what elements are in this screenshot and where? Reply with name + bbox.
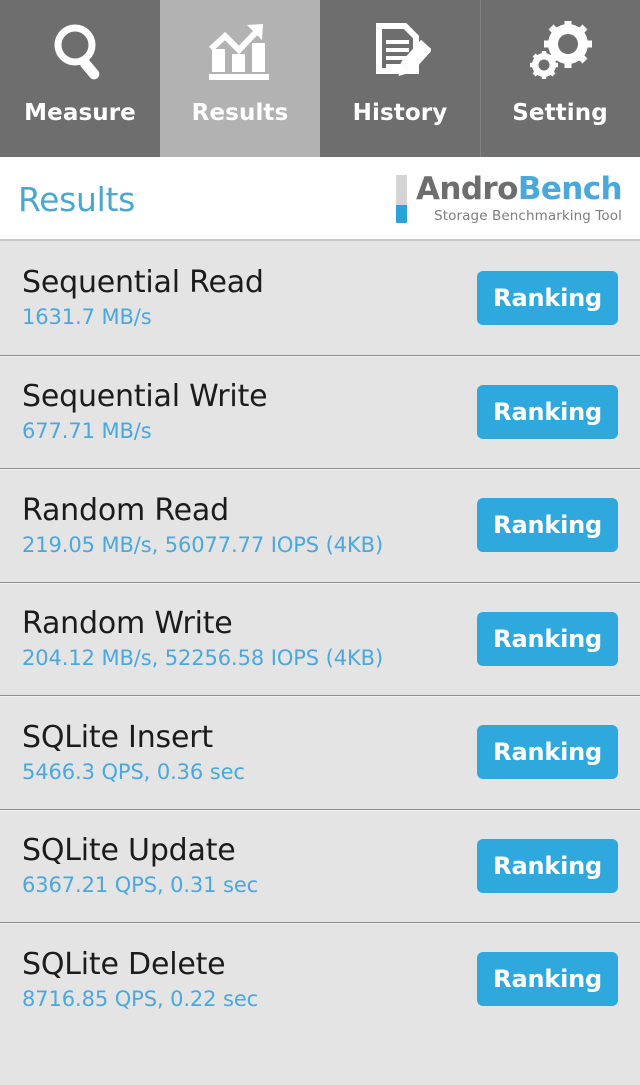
result-row: SQLite Insert 5466.3 QPS, 0.36 sec Ranki…: [0, 695, 640, 809]
document-pencil-icon: [369, 16, 431, 88]
result-info: Random Read 219.05 MB/s, 56077.77 IOPS (…: [22, 494, 383, 557]
gears-icon: [527, 16, 593, 88]
result-value: 204.12 MB/s, 52256.58 IOPS (4KB): [22, 646, 384, 670]
ranking-button[interactable]: Ranking: [477, 725, 618, 780]
androbench-results-screen: Measure Results History Setting Results …: [0, 0, 640, 1085]
result-info: SQLite Update 6367.21 QPS, 0.31 sec: [22, 834, 258, 897]
result-info: Sequential Read 1631.7 MB/s: [22, 266, 264, 329]
footer-area: PConline www.pconline.com.cn: [0, 1035, 640, 1085]
tab-setting-label: Setting: [512, 100, 608, 126]
result-name: SQLite Insert: [22, 719, 213, 755]
result-row: Random Write 204.12 MB/s, 52256.58 IOPS …: [0, 581, 640, 695]
tab-results-label: Results: [191, 100, 289, 126]
result-row: SQLite Update 6367.21 QPS, 0.31 sec Rank…: [0, 808, 640, 922]
result-info: SQLite Insert 5466.3 QPS, 0.36 sec: [22, 721, 245, 784]
result-row: Random Read 219.05 MB/s, 56077.77 IOPS (…: [0, 468, 640, 582]
result-name: SQLite Delete: [22, 946, 226, 982]
ranking-button[interactable]: Ranking: [477, 498, 618, 553]
androbench-logo: AndroBench Storage Benchmarking Tool: [395, 171, 626, 224]
logo-bar-icon: [395, 174, 407, 223]
ranking-button[interactable]: Ranking: [477, 838, 618, 893]
result-value: 1631.7 MB/s: [22, 305, 152, 329]
tab-history-label: History: [352, 100, 448, 126]
tab-measure[interactable]: Measure: [0, 0, 160, 157]
result-name: Sequential Read: [22, 265, 264, 301]
page-title: Results: [18, 179, 136, 219]
result-info: Random Write 204.12 MB/s, 52256.58 IOPS …: [22, 607, 383, 670]
tab-measure-label: Measure: [24, 100, 136, 126]
ranking-button[interactable]: Ranking: [477, 952, 618, 1007]
result-value: 219.05 MB/s, 56077.77 IOPS (4KB): [22, 532, 384, 557]
result-value: 677.71 MB/s: [22, 419, 152, 443]
tab-history[interactable]: History: [320, 0, 480, 157]
brand-name: AndroBench: [415, 171, 623, 208]
result-name: Random Read: [22, 492, 229, 528]
page-header: Results AndroBench Storage Benchmarking …: [0, 157, 640, 241]
result-value: 5466.3 QPS, 0.36 sec: [22, 759, 245, 784]
result-name: Sequential Write: [22, 379, 268, 415]
tab-results[interactable]: Results: [160, 0, 320, 157]
result-row: SQLite Delete 8716.85 QPS, 0.22 sec Rank…: [0, 922, 640, 1036]
result-name: SQLite Update: [22, 833, 236, 869]
brand-name-andro: Andro: [415, 171, 518, 208]
result-value: 6367.21 QPS, 0.31 sec: [22, 873, 259, 897]
bar-chart-trend-icon: [207, 16, 273, 88]
ranking-button[interactable]: Ranking: [477, 611, 618, 666]
results-list: Sequential Read 1631.7 MB/s Ranking Sequ…: [0, 241, 640, 1036]
result-info: SQLite Delete 8716.85 QPS, 0.22 sec: [22, 948, 258, 1011]
result-name: Random Write: [22, 606, 233, 642]
result-info: Sequential Write 677.71 MB/s: [22, 379, 268, 443]
tab-setting[interactable]: Setting: [480, 0, 640, 157]
brand-name-bench: Bench: [517, 171, 623, 208]
magnifier-icon: [50, 16, 110, 88]
ranking-button[interactable]: Ranking: [477, 384, 618, 439]
result-row: Sequential Read 1631.7 MB/s Ranking: [0, 241, 640, 355]
ranking-button[interactable]: Ranking: [477, 270, 618, 325]
result-value: 8716.85 QPS, 0.22 sec: [22, 986, 259, 1011]
brand-tagline: Storage Benchmarking Tool: [434, 207, 622, 224]
result-row: Sequential Write 677.71 MB/s Ranking: [0, 354, 640, 468]
main-navigation-bar: Measure Results History Setting: [0, 0, 640, 157]
